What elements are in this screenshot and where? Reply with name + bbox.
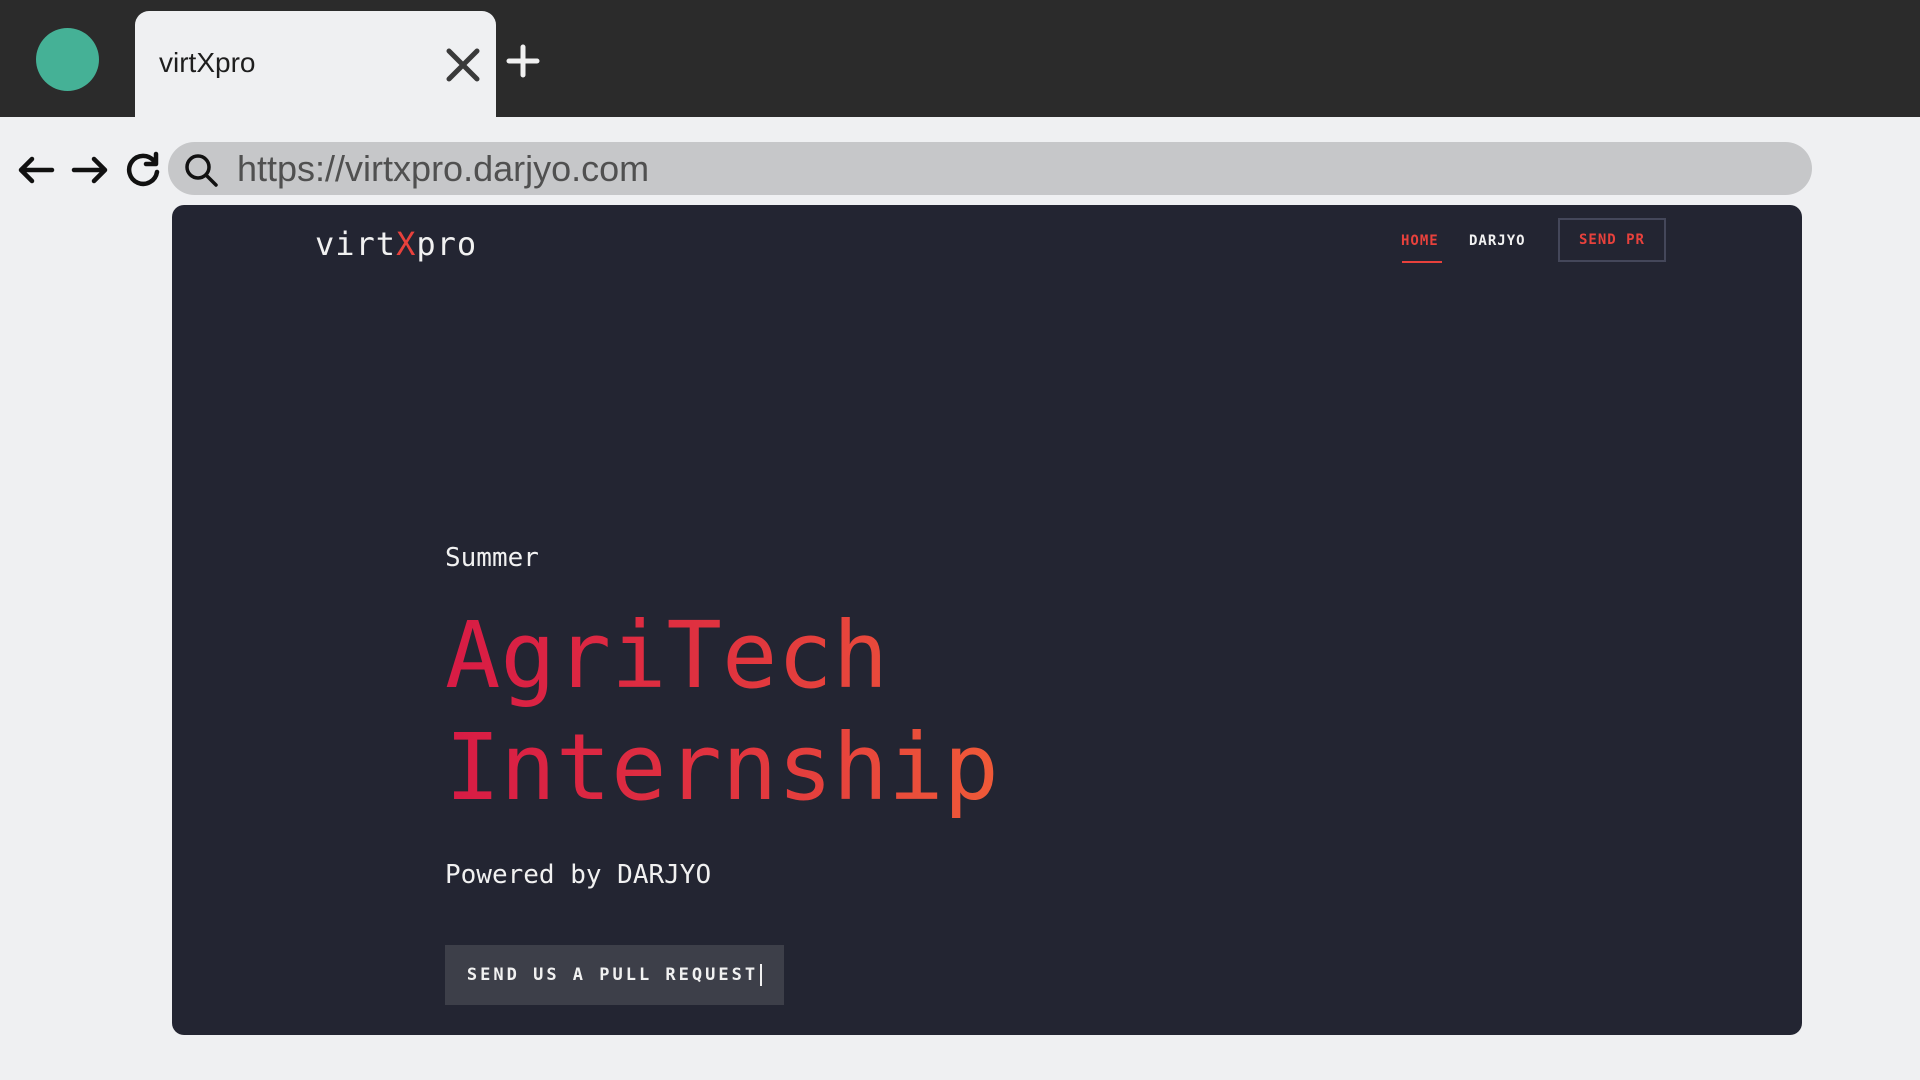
web-page: virtXpro HOME DARJYO SEND PR Summer Agri… [172, 205, 1802, 1035]
nav-home-link[interactable]: HOME [1401, 233, 1439, 249]
address-bar[interactable]: https://virtxpro.darjyo.com [168, 142, 1812, 195]
nav-active-indicator [1402, 261, 1442, 263]
profile-avatar[interactable] [36, 28, 99, 91]
text-caret [760, 964, 763, 986]
arrow-left-icon[interactable] [14, 148, 58, 192]
hero-title: AgriTech Internship [445, 600, 999, 824]
tab-title: virtXpro [159, 47, 256, 78]
search-icon [185, 154, 218, 187]
hero-subtitle: Summer [445, 543, 539, 573]
hero-title-line-1: AgriTech [445, 602, 889, 709]
nav-darjyo-link[interactable]: DARJYO [1469, 233, 1526, 249]
reload-icon[interactable] [121, 148, 165, 192]
close-icon[interactable] [443, 45, 483, 85]
url-text[interactable]: https://virtxpro.darjyo.com [237, 149, 649, 189]
send-pull-request-button[interactable]: SEND US A PULL REQUEST [445, 945, 784, 1005]
arrow-right-icon[interactable] [68, 148, 112, 192]
hero-title-line-2: Internship [445, 714, 999, 821]
hero-powered-by: Powered by DARJYO [445, 860, 712, 890]
site-logo[interactable]: virtXpro [315, 225, 477, 263]
plus-icon[interactable] [505, 43, 541, 79]
browser-tab-bar: virtXpro [0, 0, 1920, 117]
cta-label: SEND US A PULL REQUEST [466, 965, 759, 985]
send-pr-button[interactable]: SEND PR [1558, 218, 1666, 262]
browser-tab[interactable]: virtXpro [135, 11, 496, 117]
